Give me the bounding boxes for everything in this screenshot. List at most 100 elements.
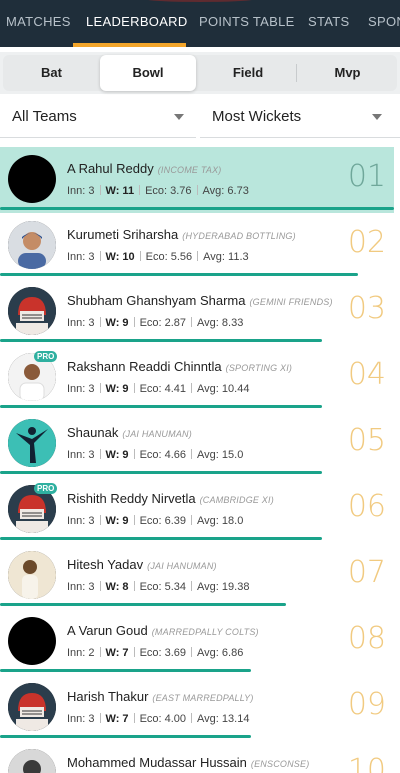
leaderboard-row[interactable]: PRO Rakshann Readdi Chinntla (SPORTING XI)… (0, 345, 394, 411)
player-team: (ENSCONSE) (250, 759, 310, 769)
stat-divider (99, 251, 101, 261)
stat-w: W: 10 (105, 251, 135, 263)
player-name-text: Rishith Reddy Nirvetla (67, 491, 196, 506)
leaderboard-row[interactable]: Kurumeti Sriharsha (HYDERABAD BOTTLING) In… (0, 213, 394, 279)
wickets-progress-bar (0, 207, 394, 210)
player-team: (GEMINI FRIENDS) (249, 297, 333, 307)
stat-divider (191, 383, 193, 393)
stat-divider (133, 449, 135, 459)
stat-divider (99, 515, 101, 525)
stat-divider (191, 713, 193, 723)
player-name: Rakshann Readdi Chinntla (SPORTING XI) (67, 359, 292, 374)
stat-divider (133, 581, 135, 591)
stat-inn: Inn: 3 (67, 515, 95, 527)
wickets-progress-track (0, 273, 394, 276)
stat-divider (133, 713, 135, 723)
wickets-progress-bar (0, 537, 322, 540)
player-rank: 10 (347, 753, 386, 773)
segment-track: Bat Bowl Field Mvp (3, 55, 397, 91)
player-rank: 04 (347, 357, 386, 392)
stat-inn: Inn: 3 (67, 383, 95, 395)
wickets-progress-bar (0, 405, 322, 408)
caret-down-icon (174, 114, 184, 120)
tab-matches[interactable]: MATCHES (6, 0, 71, 47)
leaderboard-row[interactable]: Harish Thakur (EAST MARREDPALLY) Inn: 3 W: … (0, 675, 394, 741)
player-team: (CAMBRIDGE XI) (199, 495, 274, 505)
leaderboard-row[interactable]: A Varun Goud (MARREDPALLY COLTS) Inn: 2 W: … (0, 609, 394, 675)
stat-divider (99, 713, 101, 723)
tab-leaderboard[interactable]: LEADERBOARD (86, 0, 188, 47)
stat-divider (191, 647, 193, 657)
segment-field[interactable]: Field (198, 55, 298, 91)
player-avatar (8, 287, 56, 335)
stat-divider (139, 185, 141, 195)
player-name: Rishith Reddy Nirvetla (CAMBRIDGE XI) (67, 491, 274, 506)
player-name-text: Shubham Ghanshyam Sharma (67, 293, 246, 308)
stat-eco: Eco: 2.87 (139, 317, 187, 329)
player-rank: 06 (347, 489, 386, 524)
stat-inn: Inn: 2 (67, 647, 95, 659)
stat-divider (139, 251, 141, 261)
player-avatar (8, 617, 56, 665)
player-team: (MARREDPALLY COLTS) (151, 627, 259, 637)
segment-bat[interactable]: Bat (3, 55, 100, 91)
leaderboard-row[interactable]: Shubham Ghanshyam Sharma (GEMINI FRIENDS)… (0, 279, 394, 345)
player-name: A Varun Goud (MARREDPALLY COLTS) (67, 623, 259, 638)
tab-stats[interactable]: STATS (308, 0, 349, 47)
stat-inn: Inn: 3 (67, 713, 95, 725)
player-stats: Inn: 3 W: 11 Eco: 3.76 Avg: 6.73 (67, 185, 249, 197)
pro-badge: PRO (34, 483, 58, 494)
stat-eco: Eco: 4.41 (139, 383, 187, 395)
stat-avg: Avg: 6.73 (202, 185, 249, 197)
stat-divider (99, 647, 101, 657)
player-stats: Inn: 2 W: 7 Eco: 3.69 Avg: 6.86 (67, 647, 243, 659)
caret-down-icon (372, 114, 382, 120)
stat-w: W: 9 (105, 317, 129, 329)
stat-w: W: 9 (105, 383, 129, 395)
wickets-progress-bar (0, 603, 286, 606)
stat-divider (133, 383, 135, 393)
player-avatar (8, 749, 56, 773)
leaderboard-row[interactable]: A Rahul Reddy (INCOME TAX) Inn: 3 W: 11 Eco:… (0, 147, 394, 213)
player-team: (HYDERABAD BOTTLING) (182, 231, 296, 241)
stat-divider (191, 449, 193, 459)
player-team: (INCOME TAX) (157, 165, 222, 175)
wickets-progress-bar (0, 339, 322, 342)
stat-eco: Eco: 3.76 (145, 185, 192, 197)
stat-avg: Avg: 15.0 (197, 449, 244, 461)
leaderboard-row[interactable]: Mohammed Mudassar Hussain (ENSCONSE) 10 (0, 741, 394, 773)
stat-eco: Eco: 5.56 (145, 251, 193, 263)
player-name-text: A Varun Goud (67, 623, 148, 638)
sort-filter-dropdown[interactable]: Most Wickets (200, 98, 400, 138)
wickets-progress-track (0, 735, 394, 738)
player-stats: Inn: 3 W: 9 Eco: 2.87 Avg: 8.33 (67, 317, 243, 329)
stat-divider (196, 185, 198, 195)
player-team: (JAI HANUMAN) (147, 561, 217, 571)
player-name: A Rahul Reddy (INCOME TAX) (67, 161, 221, 176)
team-filter-dropdown[interactable]: All Teams (0, 98, 196, 138)
wickets-progress-track (0, 471, 394, 474)
leaderboard-row[interactable]: PRO Rishith Reddy Nirvetla (CAMBRIDGE XI) I… (0, 477, 394, 543)
stat-avg: Avg: 6.86 (197, 647, 244, 659)
player-stats: Inn: 3 W: 7 Eco: 4.00 Avg: 13.14 (67, 713, 249, 725)
wickets-progress-track (0, 603, 394, 606)
stat-avg: Avg: 8.33 (197, 317, 244, 329)
player-name: Harish Thakur (EAST MARREDPALLY) (67, 689, 254, 704)
stat-divider (133, 317, 135, 327)
player-team: (EAST MARREDPALLY) (152, 693, 254, 703)
stat-type-segmented-control: Bat Bowl Field Mvp (0, 52, 400, 94)
segment-bowl[interactable]: Bowl (100, 55, 196, 91)
tab-sponsors[interactable]: SPON (368, 0, 400, 47)
leaderboard-row[interactable]: Hitesh Yadav (JAI HANUMAN) Inn: 3 W: 8 Eco: … (0, 543, 394, 609)
player-name: Shubham Ghanshyam Sharma (GEMINI FRIENDS) (67, 293, 333, 308)
player-rank: 07 (347, 555, 386, 590)
leaderboard-row[interactable]: Shaunak (JAI HANUMAN) Inn: 3 W: 9 Eco: 4.66 A… (0, 411, 394, 477)
pro-badge: PRO (34, 351, 58, 362)
stat-w: W: 11 (105, 185, 135, 197)
player-rank: 09 (347, 687, 386, 722)
segment-mvp[interactable]: Mvp (298, 55, 397, 91)
stat-w: W: 7 (105, 713, 129, 725)
stat-divider (99, 383, 101, 393)
tab-points-table[interactable]: POINTS TABLE (199, 0, 295, 47)
team-filter-value: All Teams (12, 108, 77, 125)
